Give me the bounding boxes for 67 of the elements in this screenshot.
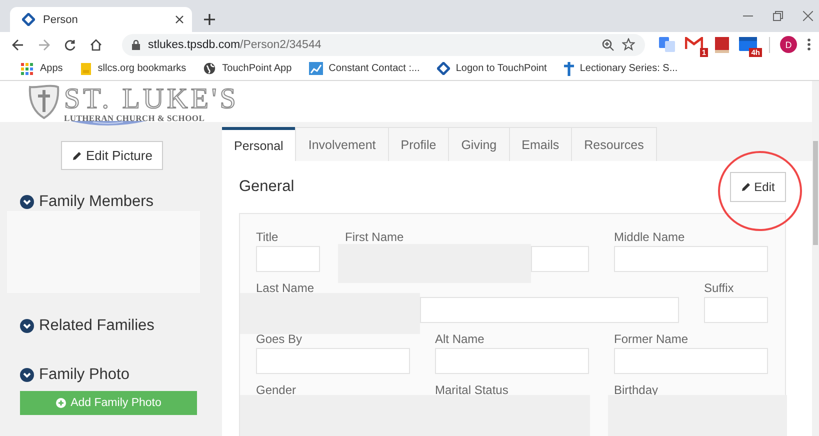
field-label: Last Name xyxy=(256,280,316,296)
shield-cross-icon xyxy=(28,84,60,120)
chevron-icon[interactable] xyxy=(20,195,34,209)
section-title: Family Photo xyxy=(39,366,130,384)
url-text: stlukes.tpsdb.com/Person2/34544 xyxy=(148,38,322,50)
address-bar[interactable]: stlukes.tpsdb.com/Person2/34544 xyxy=(122,34,645,56)
input-field[interactable] xyxy=(614,348,768,374)
tab[interactable]: Resources xyxy=(571,127,657,161)
field-label: Marital Status xyxy=(435,382,510,398)
pencil-icon xyxy=(72,150,82,160)
book-icon[interactable] xyxy=(715,36,729,52)
bookmark-item[interactable]: Constant Contact :... xyxy=(308,62,420,75)
globe-icon xyxy=(203,62,216,75)
chevron-icon[interactable] xyxy=(20,319,34,333)
tab[interactable]: Personal xyxy=(222,127,296,161)
chart-icon xyxy=(308,62,323,75)
forward-icon[interactable] xyxy=(38,38,50,50)
field-label: Alt Name xyxy=(435,331,486,347)
section-title: Related Families xyxy=(39,317,154,335)
input-field[interactable] xyxy=(256,246,320,272)
section-title: Family Members xyxy=(39,193,154,211)
section-heading: General xyxy=(239,178,294,196)
bookmark-item[interactable]: sllcs.org bookmarks xyxy=(80,62,186,76)
pencil-icon xyxy=(741,182,752,192)
chevron-icon[interactable] xyxy=(20,368,34,382)
field-label: Gender xyxy=(256,382,298,398)
translate-icon[interactable] xyxy=(659,37,675,52)
input-field[interactable] xyxy=(614,246,768,272)
field-label: First Name xyxy=(345,229,405,245)
star-icon[interactable] xyxy=(622,38,635,51)
close-icon[interactable] xyxy=(803,11,813,21)
field-label: Title xyxy=(256,229,280,245)
logo-subtitle: LUTHERAN CHURCH & SCHOOL xyxy=(64,112,206,122)
logo-title: ST. LUKE'S xyxy=(64,84,239,112)
bookmark-item[interactable]: Logon to TouchPoint xyxy=(436,62,547,75)
field-label: Birthday xyxy=(614,382,660,398)
touchpoint-icon xyxy=(436,62,450,75)
reload-icon[interactable] xyxy=(64,38,76,50)
field-label: Former Name xyxy=(614,331,690,347)
field-label: Suffix xyxy=(704,280,735,296)
close-icon[interactable] xyxy=(175,15,184,24)
touchpoint-icon xyxy=(22,13,35,26)
menu-icon[interactable] xyxy=(807,38,811,51)
zoom-icon[interactable] xyxy=(602,38,614,50)
folder-icon xyxy=(80,62,92,76)
edit-button[interactable]: Edit xyxy=(730,172,786,202)
back-icon[interactable] xyxy=(12,38,24,50)
input-field[interactable] xyxy=(704,297,768,323)
browser-tab[interactable]: Person xyxy=(10,7,192,32)
bookmark-item[interactable]: Apps xyxy=(20,62,63,76)
new-tab-icon[interactable] xyxy=(204,14,215,25)
input-field[interactable] xyxy=(256,348,410,374)
cross-icon xyxy=(564,62,574,76)
restore-icon[interactable] xyxy=(773,11,783,21)
field-label: Goes By xyxy=(256,331,304,347)
plus-circle-icon xyxy=(56,398,66,408)
input-field[interactable] xyxy=(531,246,589,272)
bookmark-item[interactable]: TouchPoint App xyxy=(203,62,292,75)
input-field[interactable] xyxy=(420,297,679,323)
home-icon[interactable] xyxy=(90,38,102,50)
input-field[interactable] xyxy=(435,348,589,374)
field-label: Middle Name xyxy=(614,229,686,245)
bookmark-item[interactable]: Lectionary Series: S... xyxy=(564,62,678,76)
lock-icon xyxy=(132,40,140,50)
apps-icon xyxy=(20,62,34,76)
profile-avatar[interactable]: D xyxy=(780,36,797,53)
edit-picture-button[interactable]: Edit Picture xyxy=(61,141,164,170)
